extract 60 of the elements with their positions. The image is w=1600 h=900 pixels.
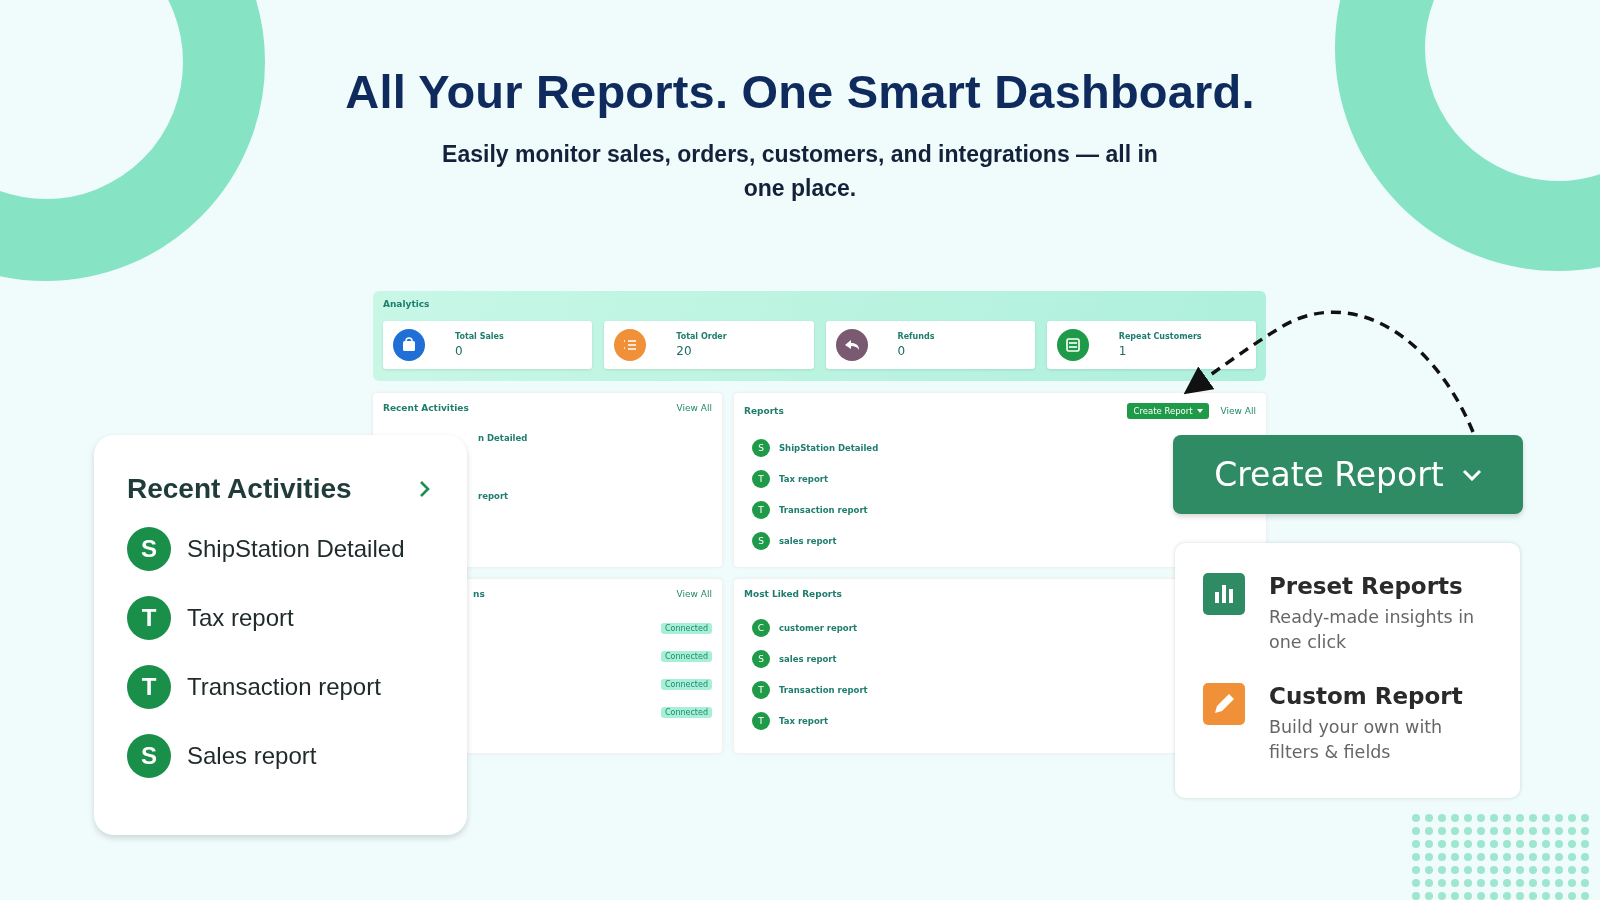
status-badge: Connected <box>660 651 712 662</box>
headline: All Your Reports. One Smart Dashboard. <box>345 64 1255 119</box>
status-badge: Connected <box>660 623 712 634</box>
chevron-down-icon <box>1461 468 1482 481</box>
avatar: T <box>127 596 171 640</box>
subheadline: Easily monitor sales, orders, customers, and integrations — all in one place. <box>441 140 1159 203</box>
avatar: T <box>752 681 770 699</box>
panel-title: Reports <box>744 406 784 416</box>
stat-value: 0 <box>455 344 464 358</box>
avatar: T <box>752 501 770 519</box>
avatar: S <box>127 734 171 778</box>
stat-value: 20 <box>676 344 693 358</box>
bar-chart-icon <box>1203 573 1245 615</box>
pencil-icon <box>1203 683 1245 725</box>
stat-value: 0 <box>897 344 907 358</box>
avatar: C <box>752 619 770 637</box>
report-name[interactable]: ShipStation Detailed <box>779 443 879 453</box>
activity-name: n Detailed <box>478 433 529 443</box>
avatar: T <box>127 665 171 709</box>
activity-name[interactable]: Tax report <box>187 604 294 632</box>
stat-label: Total Order <box>676 332 727 341</box>
report-name[interactable]: Transaction report <box>779 685 868 695</box>
report-name[interactable]: Tax report <box>779 474 829 484</box>
option-title: Custom Report <box>1269 683 1464 709</box>
stat-value: 1 <box>1118 344 1128 358</box>
status-badge: Connected <box>660 707 712 718</box>
report-name[interactable]: Transaction report <box>779 505 868 515</box>
panel-title: Analytics <box>383 299 431 309</box>
activity-name[interactable]: Sales report <box>187 742 317 770</box>
report-name[interactable]: sales report <box>779 536 837 546</box>
stat-label: Refunds <box>897 332 935 341</box>
activity-name[interactable]: ShipStation Detailed <box>187 535 405 563</box>
report-name[interactable]: customer report <box>779 623 857 633</box>
avatar: T <box>752 470 770 488</box>
stat-label: Total Sales <box>455 332 504 341</box>
avatar: S <box>752 650 770 668</box>
panel-title: Most Liked Reports <box>744 589 842 599</box>
status-badge: Connected <box>660 679 712 690</box>
panel-title: ns <box>473 589 485 599</box>
avatar: S <box>752 439 770 457</box>
activity-name: report <box>478 491 510 501</box>
card-title: Recent Activities <box>127 473 352 505</box>
create-report-button[interactable]: Create Report <box>1127 403 1209 419</box>
view-all-link[interactable]: View All <box>1220 406 1256 416</box>
view-all-link[interactable]: View All <box>676 403 712 413</box>
option-title: Preset Reports <box>1269 573 1464 599</box>
option-description: Ready-made insights in one click <box>1269 606 1476 654</box>
option-description: Build your own with filters & fields <box>1269 716 1444 764</box>
report-name[interactable]: sales report <box>779 654 837 664</box>
avatar: T <box>752 712 770 730</box>
chevron-right-icon[interactable] <box>419 480 431 498</box>
avatar: S <box>127 527 171 571</box>
report-name[interactable]: Tax report <box>779 716 829 726</box>
view-all-link[interactable]: View All <box>676 589 712 599</box>
caret-icon <box>1196 409 1203 413</box>
stat-label: Repeat Customers <box>1118 332 1202 341</box>
avatar: S <box>752 532 770 550</box>
create-report-button[interactable]: Create Report <box>1173 435 1523 514</box>
activity-name[interactable]: Transaction report <box>187 673 381 701</box>
panel-title: Recent Activities <box>383 403 469 413</box>
